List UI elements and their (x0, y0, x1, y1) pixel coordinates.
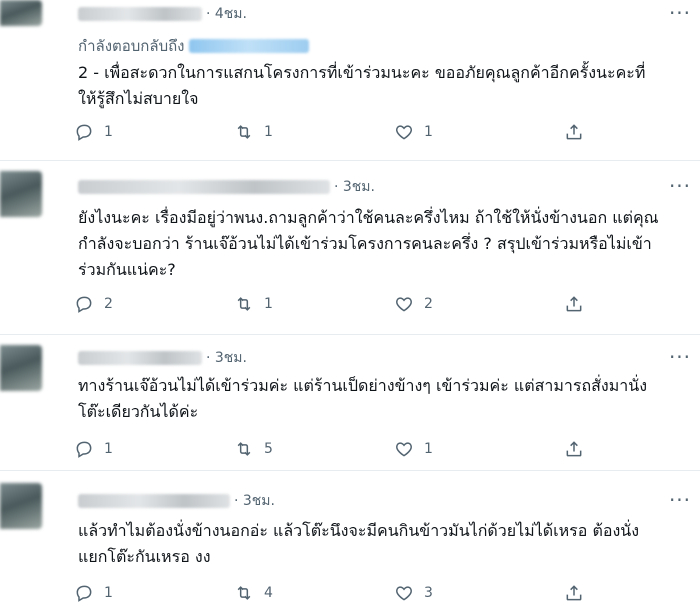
retweet-count: 4 (264, 585, 273, 601)
more-icon[interactable]: ··· (668, 176, 692, 196)
retweet-icon (237, 125, 251, 139)
tweet-text: แล้วทำไมต้องนั่งข้างนอกอ่ะ แล้วโต๊ะนึงจะ… (78, 521, 640, 566)
like-icon (395, 297, 413, 312)
user-name[interactable] (78, 351, 202, 365)
user-name[interactable] (78, 494, 230, 508)
tweet-time[interactable]: · 3ชม. (206, 347, 247, 369)
like-button[interactable]: 3 (394, 583, 433, 603)
tweet-actions: 1 5 1 (74, 439, 594, 463)
reply-icon (76, 124, 92, 141)
avatar[interactable] (0, 483, 42, 529)
tweet[interactable]: · 4ชม. ··· กำลังตอบกลับถึง 2 - เพื่อสะดว… (0, 0, 700, 160)
tweet-text: ยังไงนะคะ เรื่องมีอยู่ว่าพนง.ถามลูกค้าว่… (78, 208, 659, 279)
retweet-icon (237, 586, 251, 600)
like-icon (395, 586, 413, 601)
tweet-header: · 3ชม. (78, 347, 247, 369)
reply-icon (76, 441, 92, 458)
reply-count: 1 (104, 585, 113, 601)
reply-count: 2 (104, 296, 113, 312)
replying-to: กำลังตอบกลับถึง (78, 34, 309, 58)
tweet-time[interactable]: · 3ชม. (234, 490, 275, 512)
retweet-button[interactable]: 5 (234, 439, 273, 459)
user-name[interactable] (78, 7, 202, 21)
reply-button[interactable]: 1 (74, 583, 113, 603)
more-icon[interactable]: ··· (668, 3, 692, 23)
retweet-button[interactable]: 4 (234, 583, 273, 603)
tweet-actions: 1 4 3 (74, 583, 594, 607)
share-icon (566, 585, 582, 601)
share-icon (566, 441, 582, 457)
replying-handle[interactable] (188, 39, 309, 53)
retweet-button[interactable]: 1 (234, 294, 273, 314)
like-icon (395, 125, 413, 140)
like-button[interactable]: 1 (394, 122, 433, 142)
tweet-text: ทางร้านเจ๊อ้วนไม่ได้เข้าร่วมค่ะ แต่ร้านเ… (78, 376, 648, 421)
like-button[interactable]: 1 (394, 439, 433, 459)
like-count: 1 (424, 124, 433, 140)
tweet[interactable]: · 3ชม. ··· แล้วทำไมต้องนั่งข้างนอกอ่ะ แล… (0, 471, 700, 606)
tweet[interactable]: · 3ชม. ··· ยังไงนะคะ เรื่องมีอยู่ว่าพนง.… (0, 161, 700, 334)
retweet-count: 1 (264, 296, 273, 312)
avatar[interactable] (0, 345, 42, 391)
share-button[interactable] (564, 583, 584, 603)
tweet-time[interactable]: · 4ชม. (206, 3, 247, 25)
like-count: 2 (424, 296, 433, 312)
like-count: 1 (424, 441, 433, 457)
retweet-count: 5 (264, 441, 273, 457)
user-name[interactable] (78, 180, 330, 194)
tweet-actions: 2 1 2 (74, 294, 594, 318)
like-count: 3 (424, 585, 433, 601)
reply-icon (76, 296, 92, 313)
retweet-count: 1 (264, 124, 273, 140)
reply-count: 1 (104, 124, 113, 140)
reply-button[interactable]: 1 (74, 439, 113, 459)
tweet-header: · 3ชม. (78, 176, 375, 198)
like-button[interactable]: 2 (394, 294, 433, 314)
tweet-header: · 4ชม. (78, 3, 247, 25)
tweet[interactable]: · 3ชม. ··· ทางร้านเจ๊อ้วนไม่ได้เข้าร่วมค… (0, 335, 700, 470)
retweet-icon (237, 442, 251, 456)
reply-count: 1 (104, 441, 113, 457)
more-icon[interactable]: ··· (668, 490, 692, 510)
avatar[interactable] (0, 0, 42, 26)
more-icon[interactable]: ··· (668, 347, 692, 367)
like-icon (395, 442, 413, 457)
reply-button[interactable]: 2 (74, 294, 113, 314)
tweet-text: 2 - เพื่อสะดวกในการแสกนโครงการที่เข้าร่ว… (78, 63, 646, 108)
avatar[interactable] (0, 171, 42, 217)
tweet-time[interactable]: · 3ชม. (334, 176, 375, 198)
share-icon (566, 296, 582, 312)
reply-button[interactable]: 1 (74, 122, 113, 142)
share-button[interactable] (564, 439, 584, 459)
tweet-actions: 1 1 1 (74, 122, 594, 146)
share-icon (566, 124, 582, 140)
share-button[interactable] (564, 122, 584, 142)
replying-label: กำลังตอบกลับถึง (78, 37, 185, 55)
share-button[interactable] (564, 294, 584, 314)
tweet-header: · 3ชม. (78, 490, 275, 512)
retweet-button[interactable]: 1 (234, 122, 273, 142)
retweet-icon (237, 297, 251, 311)
reply-icon (76, 585, 92, 602)
